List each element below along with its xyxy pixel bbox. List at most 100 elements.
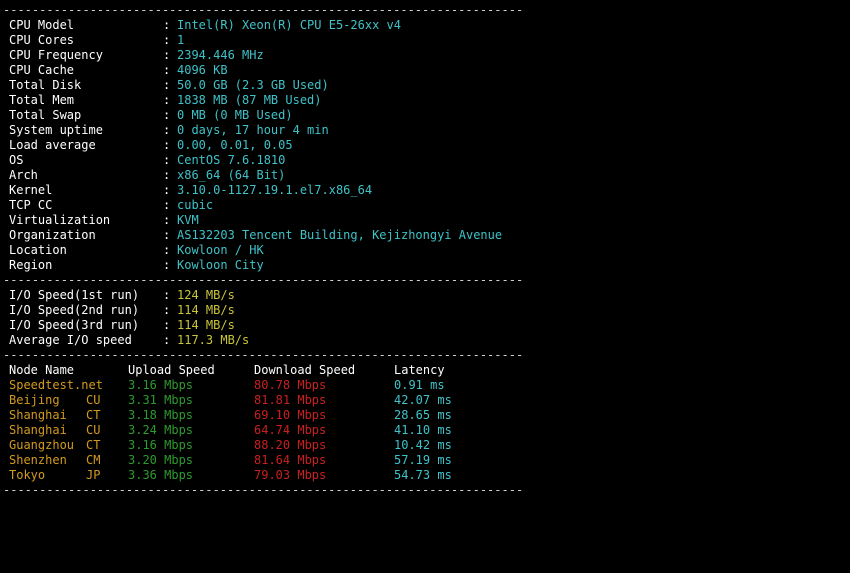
- info-label: Total Disk: [9, 78, 82, 92]
- info-value: cubic: [177, 198, 214, 212]
- info-label: OS: [9, 153, 24, 167]
- upload-speed: 3.16 Mbps: [128, 438, 194, 452]
- info-value: 0.00, 0.01, 0.05: [177, 138, 293, 152]
- colon: :: [163, 183, 171, 197]
- info-row-kernel: Kernel : 3.10.0-1127.19.1.el7.x86_64: [9, 183, 372, 198]
- info-row-cpu-cores: CPU Cores : 1: [9, 33, 184, 48]
- node-name: Tokyo: [9, 468, 46, 482]
- node-name: Beijing: [9, 393, 60, 407]
- upload-speed: 3.16 Mbps: [128, 378, 194, 392]
- speedtest-header-row: Node Name Upload Speed Download Speed La…: [9, 363, 445, 378]
- info-value: KVM: [177, 213, 199, 227]
- node-isp: CT: [86, 438, 101, 452]
- info-label: CPU Cache: [9, 63, 75, 77]
- io-label: I/O Speed(2nd run): [9, 303, 140, 317]
- io-value: 114 MB/s: [177, 303, 235, 317]
- io-row-3rd-run: I/O Speed(3rd run) : 114 MB/s: [9, 318, 235, 333]
- download-speed: 79.03 Mbps: [254, 468, 327, 482]
- info-label: Total Mem: [9, 93, 75, 107]
- node-isp: CM: [86, 453, 101, 467]
- latency: 42.07 ms: [394, 393, 452, 407]
- upload-speed: 3.36 Mbps: [128, 468, 194, 482]
- info-row-arch: Arch : x86_64 (64 Bit): [9, 168, 285, 183]
- download-speed: 88.20 Mbps: [254, 438, 327, 452]
- info-value: 1: [177, 33, 185, 47]
- speedtest-row: Shenzhen CM 3.20 Mbps 81.64 Mbps 57.19 m…: [9, 453, 452, 468]
- node-name: Speedtest.net: [9, 378, 103, 392]
- io-label: Average I/O speed: [9, 333, 132, 347]
- colon: :: [163, 318, 171, 332]
- colon: :: [163, 228, 171, 242]
- node-name: Shanghai: [9, 423, 67, 437]
- speedtest-row: Guangzhou CT 3.16 Mbps 88.20 Mbps 10.42 …: [9, 438, 452, 453]
- colon: :: [163, 303, 171, 317]
- info-value: 4096 KB: [177, 63, 228, 77]
- node-name: Shanghai: [9, 408, 67, 422]
- io-value: 117.3 MB/s: [177, 333, 250, 347]
- io-row-2nd-run: I/O Speed(2nd run) : 114 MB/s: [9, 303, 235, 318]
- info-label: Kernel: [9, 183, 53, 197]
- header-upload-speed: Upload Speed: [128, 363, 215, 377]
- io-value: 124 MB/s: [177, 288, 235, 302]
- info-value: CentOS 7.6.1810: [177, 153, 286, 167]
- colon: :: [163, 213, 171, 227]
- node-isp: CU: [86, 423, 101, 437]
- download-speed: 69.10 Mbps: [254, 408, 327, 422]
- colon: :: [163, 333, 171, 347]
- colon: :: [163, 33, 171, 47]
- download-speed: 81.81 Mbps: [254, 393, 327, 407]
- colon: :: [163, 258, 171, 272]
- colon: :: [163, 63, 171, 77]
- info-label: Virtualization: [9, 213, 111, 227]
- info-label: TCP CC: [9, 198, 53, 212]
- info-value: 3.10.0-1127.19.1.el7.x86_64: [177, 183, 373, 197]
- colon: :: [163, 123, 171, 137]
- info-value: 50.0 GB (2.3 GB Used): [177, 78, 329, 92]
- separator: ----------------------------------------…: [3, 483, 524, 497]
- info-value: Intel(R) Xeon(R) CPU E5-26xx v4: [177, 18, 401, 32]
- colon: :: [163, 288, 171, 302]
- speedtest-row: Beijing CU 3.31 Mbps 81.81 Mbps 42.07 ms: [9, 393, 452, 408]
- speedtest-row: Speedtest.net 3.16 Mbps 80.78 Mbps 0.91 …: [9, 378, 445, 393]
- upload-speed: 3.31 Mbps: [128, 393, 194, 407]
- node-name: Shenzhen: [9, 453, 67, 467]
- colon: :: [163, 153, 171, 167]
- download-speed: 80.78 Mbps: [254, 378, 327, 392]
- colon: :: [163, 243, 171, 257]
- io-label: I/O Speed(3rd run): [9, 318, 140, 332]
- latency: 57.19 ms: [394, 453, 452, 467]
- info-row-organization: Organization : AS132203 Tencent Building…: [9, 228, 502, 243]
- io-value: 114 MB/s: [177, 318, 235, 332]
- io-label: I/O Speed(1st run): [9, 288, 140, 302]
- upload-speed: 3.24 Mbps: [128, 423, 194, 437]
- info-value: 0 MB (0 MB Used): [177, 108, 293, 122]
- latency: 41.10 ms: [394, 423, 452, 437]
- speedtest-row: Shanghai CT 3.18 Mbps 69.10 Mbps 28.65 m…: [9, 408, 452, 423]
- info-label: Arch: [9, 168, 38, 182]
- info-row-region: Region : Kowloon City: [9, 258, 264, 273]
- info-label: Organization: [9, 228, 96, 242]
- upload-speed: 3.18 Mbps: [128, 408, 194, 422]
- info-label: Location: [9, 243, 67, 257]
- node-name: Guangzhou: [9, 438, 75, 452]
- colon: :: [163, 93, 171, 107]
- info-row-total-swap: Total Swap : 0 MB (0 MB Used): [9, 108, 293, 123]
- terminal-window: ----- --- - --- ------ - ----- ----- - -…: [0, 0, 850, 497]
- io-row-average: Average I/O speed : 117.3 MB/s: [9, 333, 249, 348]
- node-isp: JP: [86, 468, 101, 482]
- info-row-os: OS : CentOS 7.6.1810: [9, 153, 285, 168]
- separator: ----------------------------------------…: [3, 348, 524, 362]
- colon: :: [163, 78, 171, 92]
- node-isp: CU: [86, 393, 101, 407]
- info-row-cpu-model: CPU Model : Intel(R) Xeon(R) CPU E5-26xx…: [9, 18, 401, 33]
- info-value: AS132203 Tencent Building, Kejizhongyi A…: [177, 228, 503, 242]
- info-label: Load average: [9, 138, 96, 152]
- info-row-cpu-frequency: CPU Frequency : 2394.446 MHz: [9, 48, 264, 63]
- info-label: CPU Model: [9, 18, 75, 32]
- header-download-speed: Download Speed: [254, 363, 356, 377]
- info-row-total-mem: Total Mem : 1838 MB (87 MB Used): [9, 93, 322, 108]
- info-label: System uptime: [9, 123, 103, 137]
- info-label: CPU Frequency: [9, 48, 103, 62]
- colon: :: [163, 168, 171, 182]
- download-speed: 64.74 Mbps: [254, 423, 327, 437]
